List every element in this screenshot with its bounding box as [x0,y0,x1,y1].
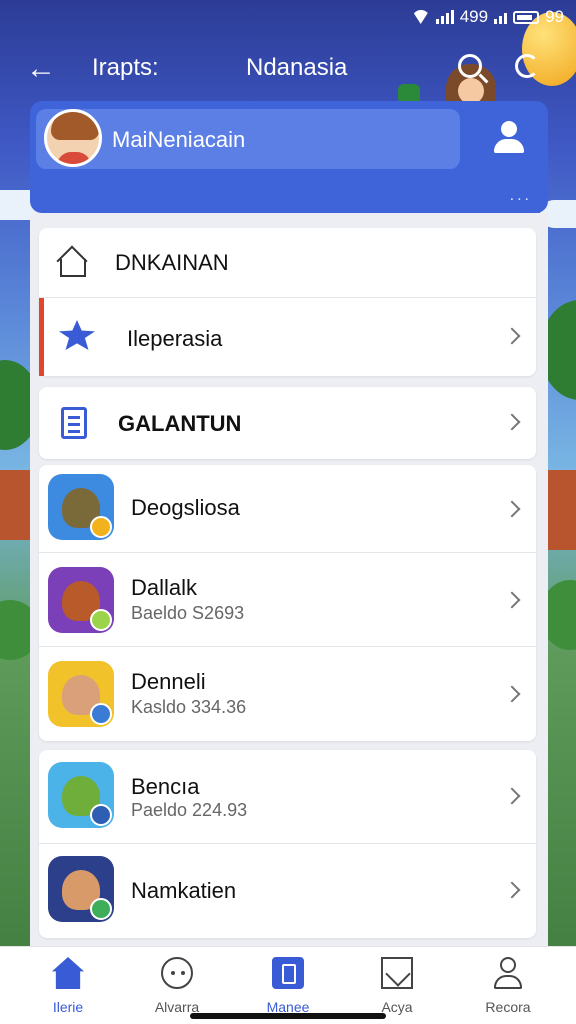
app-name: Bencıa [131,774,200,799]
search-icon[interactable] [458,54,482,78]
app-list-card-2: Bencıa Paeldo 224.93 Namkatien [39,750,536,938]
user-icon[interactable] [492,121,526,155]
app-badge-icon [90,703,112,725]
app-subtitle: Paeldo 224.93 [131,800,248,820]
menu-item-label: DNKAINAN [115,250,229,275]
user-icon [492,957,524,989]
app-name: Denneli [131,669,206,694]
chevron-right-icon [503,413,521,431]
list-item[interactable]: Dallalk Baeldo S2693 [39,553,536,647]
home-icon [57,248,86,277]
chevron-right-icon [503,591,521,609]
cat-game-icon [48,762,114,828]
app-name: Namkatien [131,878,237,903]
signal-text: 499 [459,7,489,26]
chevron-right-icon [503,881,521,899]
list-item[interactable]: Namkatien [39,844,536,938]
topbar-left-title: Irapts: [92,54,159,81]
menu-card-galantun[interactable]: GALANTUN [39,387,536,459]
chevron-right-icon [503,327,521,345]
chevron-right-icon [503,787,521,805]
app-badge-icon [90,516,112,538]
document-icon [272,957,304,989]
signal-icon-2 [494,10,508,24]
app-badge-icon [90,898,112,920]
wifi-icon [411,10,430,24]
robot-game-icon [48,474,114,540]
menu-item-label: Ileperasia [127,326,223,351]
avatar[interactable] [44,109,102,167]
list-item[interactable]: Denneli Kasldo 334.36 [39,647,536,741]
more-options-icon[interactable]: ... [510,187,532,205]
star-icon [59,320,95,350]
content-panel: DNKAINAN Ileperasia GALANTUN Deogsliosa … [30,213,548,953]
girl-game-icon [48,856,114,922]
list-item[interactable]: Deogsliosa [39,465,536,553]
signal-icon [435,10,454,24]
boy-game-icon [48,661,114,727]
home-icon [52,957,84,989]
document-icon [61,407,87,439]
page-title: Ndanasia [246,54,348,81]
app-name: Deogsliosa [131,495,240,520]
app-subtitle: Baeldo S2693 [131,603,245,623]
app-badge-icon [90,804,112,826]
menu-card: DNKAINAN Ileperasia [39,228,536,376]
profile-pill[interactable]: MaiNeniacain [36,109,460,169]
refresh-icon[interactable] [515,54,539,78]
status-bar: 499 99 [0,0,576,34]
menu-item-label: GALANTUN [118,411,242,436]
chevron-right-icon [503,500,521,518]
bear-game-icon [48,567,114,633]
home-indicator[interactable] [190,1013,386,1019]
battery-text: 99 [545,7,564,26]
menu-item-ileperasia[interactable]: Ileperasia [39,298,536,376]
bottom-tab-bar: Ilerie Alvarra Manee Acya Recora [0,946,576,1024]
battery-icon [513,10,540,24]
box-icon [381,957,413,989]
back-arrow-icon[interactable]: ← [26,52,56,86]
tab-label: Ilerie [52,999,84,1015]
profile-name: MaiNeniacain [112,127,246,152]
app-name: Dallalk [131,575,198,600]
top-app-bar: ← Irapts: Ndanasia [0,40,576,96]
app-badge-icon [90,609,112,631]
app-list-card-1: Deogsliosa Dallalk Baeldo S2693 Denneli … [39,465,536,741]
app-subtitle: Kasldo 334.36 [131,697,247,717]
menu-item-home[interactable]: DNKAINAN [39,228,536,298]
list-item[interactable]: Bencıa Paeldo 224.93 [39,750,536,844]
selected-indicator [39,298,44,376]
tab-label: Recora [485,999,531,1015]
face-icon [161,957,193,989]
chevron-right-icon [503,685,521,703]
profile-card: MaiNeniacain ... [30,101,548,213]
